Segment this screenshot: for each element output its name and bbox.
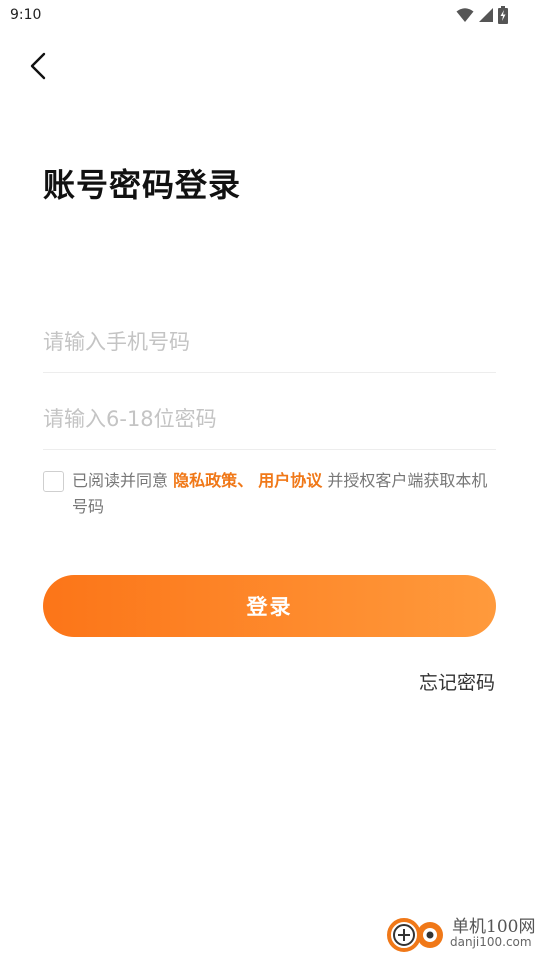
watermark-logo: 单机100网 danji100.com	[386, 910, 536, 958]
user-agreement-link[interactable]: 用户协议	[258, 471, 322, 490]
agreement-prefix: 已阅读并同意	[72, 471, 169, 490]
back-button[interactable]	[18, 48, 58, 88]
agreement-text: 已阅读并同意 隐私政策、 用户协议 并授权客户端获取本机号码	[72, 468, 498, 520]
phone-field	[43, 312, 496, 373]
cellular-signal-icon	[478, 7, 494, 27]
password-field	[43, 389, 496, 450]
wifi-icon	[456, 7, 474, 27]
danji-logo-icon	[386, 914, 450, 960]
login-button[interactable]: 登录	[43, 575, 496, 637]
agreement: 已阅读并同意 隐私政策、 用户协议 并授权客户端获取本机号码	[43, 468, 498, 520]
watermark-domain: danji100.com	[450, 935, 532, 949]
watermark-name: 单机100网	[452, 917, 536, 937]
phone-input[interactable]	[43, 322, 496, 362]
agree-checkbox[interactable]	[43, 471, 64, 492]
status-time: 9:10	[10, 7, 42, 23]
page-title: 账号密码登录	[43, 166, 242, 204]
status-bar: 9:10	[0, 0, 540, 32]
privacy-policy-link[interactable]: 隐私政策、	[173, 471, 253, 490]
chevron-left-icon	[27, 52, 49, 84]
status-icons	[456, 6, 508, 28]
battery-charging-icon	[498, 6, 508, 28]
forgot-password-link[interactable]: 忘记密码	[419, 668, 495, 695]
password-input[interactable]	[43, 399, 496, 439]
